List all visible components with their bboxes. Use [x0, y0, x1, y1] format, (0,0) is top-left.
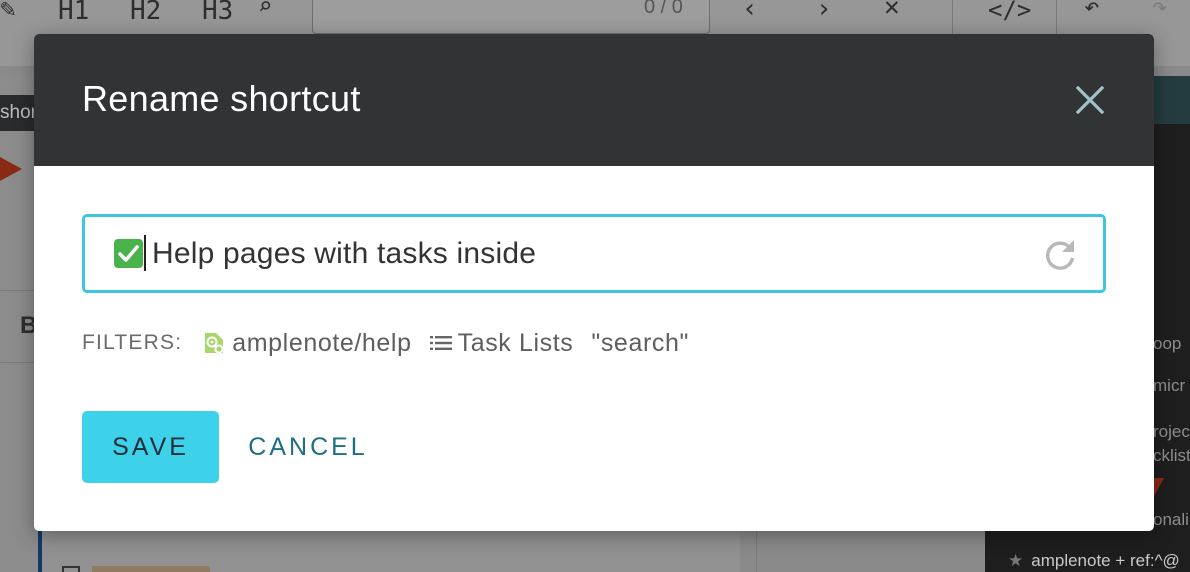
filter-tag: amplenote/help [202, 329, 411, 358]
close-icon [1075, 85, 1105, 115]
filter-search-label: "search" [591, 328, 689, 357]
list-icon [429, 335, 452, 351]
heading2-button[interactable]: H2 [130, 0, 161, 26]
shortcut-item[interactable]: ★ amplenote + ref:^@ [1008, 551, 1180, 571]
redo-icon[interactable]: ↷ [1152, 0, 1168, 22]
save-button[interactable]: SAVE [82, 411, 219, 483]
right-sidebar-header [1154, 76, 1190, 124]
filter-task-lists-label: Task Lists [457, 328, 574, 357]
blue-edge [38, 530, 42, 572]
check-mark-emoji-icon [114, 239, 143, 268]
toolbar-divider [952, 0, 953, 36]
left-tab[interactable]: shor [0, 95, 36, 131]
sidebar-item[interactable]: oop [1153, 334, 1181, 354]
sidebar-item[interactable]: onali [1153, 510, 1189, 530]
search-icon[interactable]: ⌕ [258, 0, 272, 20]
arrow-indicator-icon [0, 157, 22, 181]
tag-chip [92, 566, 210, 572]
text-cursor [144, 235, 146, 271]
task-checkbox[interactable] [62, 566, 80, 572]
filter-task-lists: Task Lists [429, 328, 574, 358]
filter-tag-label: amplenote/help [232, 328, 412, 357]
reset-name-icon[interactable] [1040, 236, 1080, 276]
find-count: 0 / 0 [644, 0, 683, 18]
star-icon: ★ [1008, 551, 1024, 570]
shortcut-name-input[interactable] [152, 233, 1032, 275]
filters-row: FILTERS: amplenote/help Task Lists "sear… [82, 326, 707, 360]
pencil-icon: ✎ [0, 0, 16, 24]
filters-label: FILTERS: [82, 331, 183, 354]
tag-icon [202, 330, 226, 356]
toolbar-divider [1056, 0, 1057, 36]
divider [756, 530, 757, 572]
close-find-icon[interactable]: ✕ [884, 0, 900, 22]
dialog-header: Rename shortcut [34, 34, 1154, 166]
rename-shortcut-dialog: Rename shortcut FILTERS: [34, 34, 1154, 531]
sidebar-item[interactable]: micr [1153, 376, 1185, 396]
sidebar-item[interactable]: cklist [1153, 446, 1190, 466]
close-dialog-button[interactable] [1070, 80, 1110, 120]
shortcut-label: amplenote + ref:^@ [1031, 551, 1180, 570]
heading1-button[interactable]: H1 [58, 0, 89, 26]
code-icon[interactable]: </> [988, 0, 1031, 24]
heading3-button[interactable]: H3 [202, 0, 233, 26]
undo-icon[interactable]: ↶ [1084, 0, 1100, 22]
cancel-button[interactable]: CANCEL [238, 411, 378, 483]
previous-match-icon[interactable]: ‹ [742, 0, 758, 24]
dialog-title: Rename shortcut [82, 78, 361, 119]
filter-search-query: "search" [591, 329, 689, 358]
next-match-icon[interactable]: › [816, 0, 832, 24]
shortcut-name-field[interactable] [82, 214, 1106, 293]
sidebar-item[interactable]: rojec [1153, 422, 1190, 442]
